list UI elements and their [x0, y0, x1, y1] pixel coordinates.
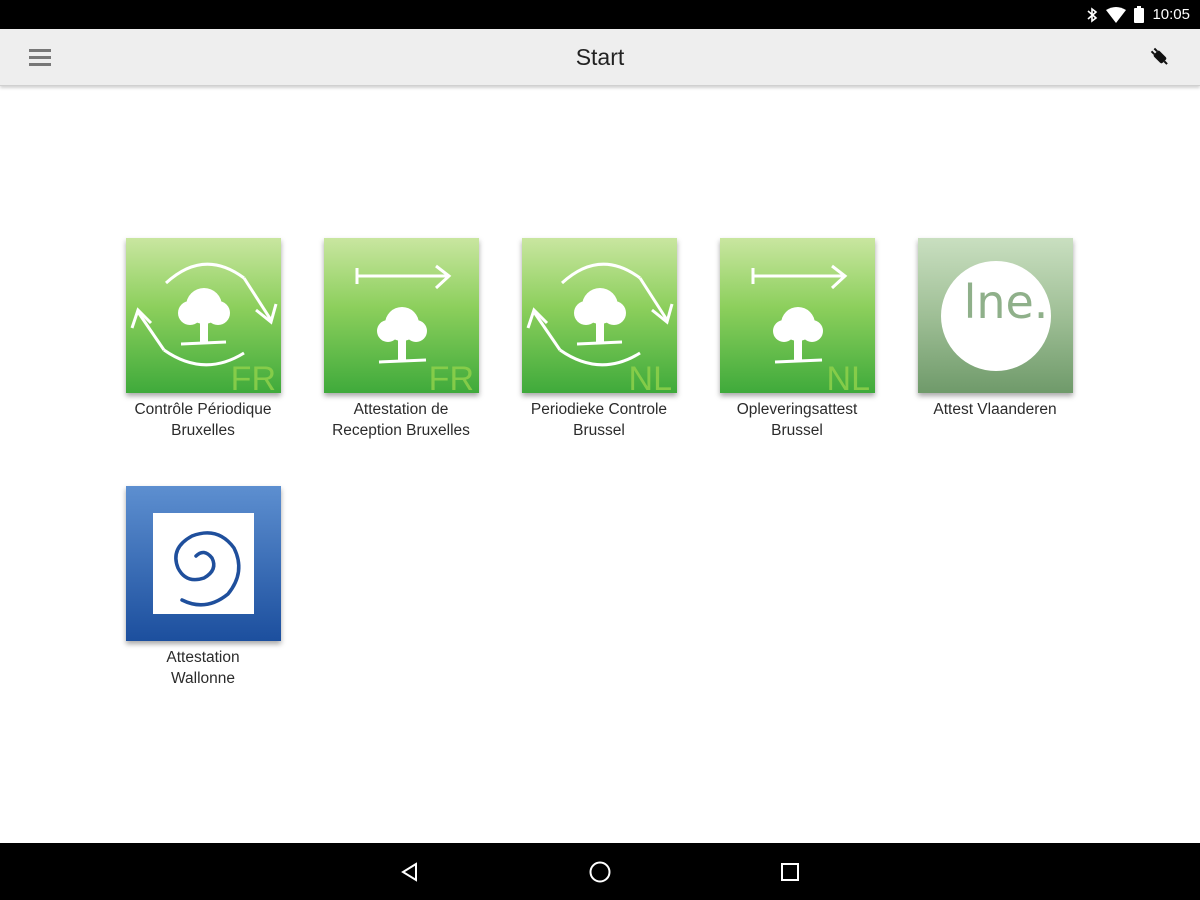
tile-label-line2: Reception Bruxelles — [332, 422, 470, 439]
tile-attest-vlaanderen[interactable]: lne. Attest Vlaanderen — [896, 238, 1094, 453]
back-button[interactable] — [395, 857, 425, 887]
arrow-tree-icon: FR — [324, 238, 479, 398]
tile-label: Contrôle Périodique Bruxelles — [104, 399, 302, 441]
tile-label-line2: Brussel — [771, 422, 823, 439]
tile-label-line1: Opleveringsattest — [736, 401, 858, 418]
navigation-bar — [0, 843, 1200, 900]
tile-label: Periodieke Controle Brussel — [500, 399, 698, 441]
cycle-tree-icon: FR — [126, 238, 281, 398]
badge-nl: NL — [629, 360, 672, 393]
tile-label-line1: Attestation de — [353, 401, 449, 418]
tile-label-line2: Brussel — [573, 422, 625, 439]
home-button[interactable] — [585, 857, 615, 887]
tile-opleveringsattest-brussel[interactable]: NL Opleveringsattest Brussel — [698, 238, 896, 453]
tile-label-line1: Periodieke Controle — [530, 401, 668, 418]
tile-label: Attestation Wallonne — [104, 647, 302, 689]
home-circle-icon — [589, 861, 611, 883]
tile-label-line1: Attestation — [166, 649, 240, 666]
lne-logo-icon: lne. — [918, 238, 1073, 393]
tile-label: Attest Vlaanderen — [896, 399, 1094, 420]
tile-label-line2: Bruxelles — [171, 422, 235, 439]
tile-attestation-reception-bruxelles[interactable]: FR Attestation de Reception Bruxelles — [302, 238, 500, 453]
tile-periodieke-controle-brussel[interactable]: NL Periodieke Controle Brussel — [500, 238, 698, 453]
spiral-logo-icon — [126, 486, 281, 641]
back-triangle-icon — [401, 862, 417, 882]
tile-label: Opleveringsattest Brussel — [698, 399, 896, 441]
lne-logo-text: lne. — [964, 275, 1049, 329]
app-grid: FR Contrôle Périodique Bruxelles FR Atte… — [0, 0, 1200, 900]
tile-controle-periodique-bruxelles[interactable]: FR Contrôle Périodique Bruxelles — [104, 238, 302, 453]
tile-attestation-wallonne[interactable]: Attestation Wallonne — [104, 486, 302, 701]
tile-label: Attestation de Reception Bruxelles — [302, 399, 500, 441]
badge-fr: FR — [231, 360, 276, 393]
cycle-tree-icon: NL — [522, 238, 677, 398]
recents-button[interactable] — [775, 857, 805, 887]
badge-fr: FR — [429, 360, 474, 393]
badge-nl: NL — [827, 360, 870, 393]
tile-label-line1: Contrôle Périodique — [134, 401, 272, 418]
tile-label-line1: Attest Vlaanderen — [933, 401, 1057, 418]
tile-label-line2: Wallonne — [170, 670, 236, 687]
arrow-tree-icon: NL — [720, 238, 875, 398]
recents-square-icon — [781, 863, 799, 881]
